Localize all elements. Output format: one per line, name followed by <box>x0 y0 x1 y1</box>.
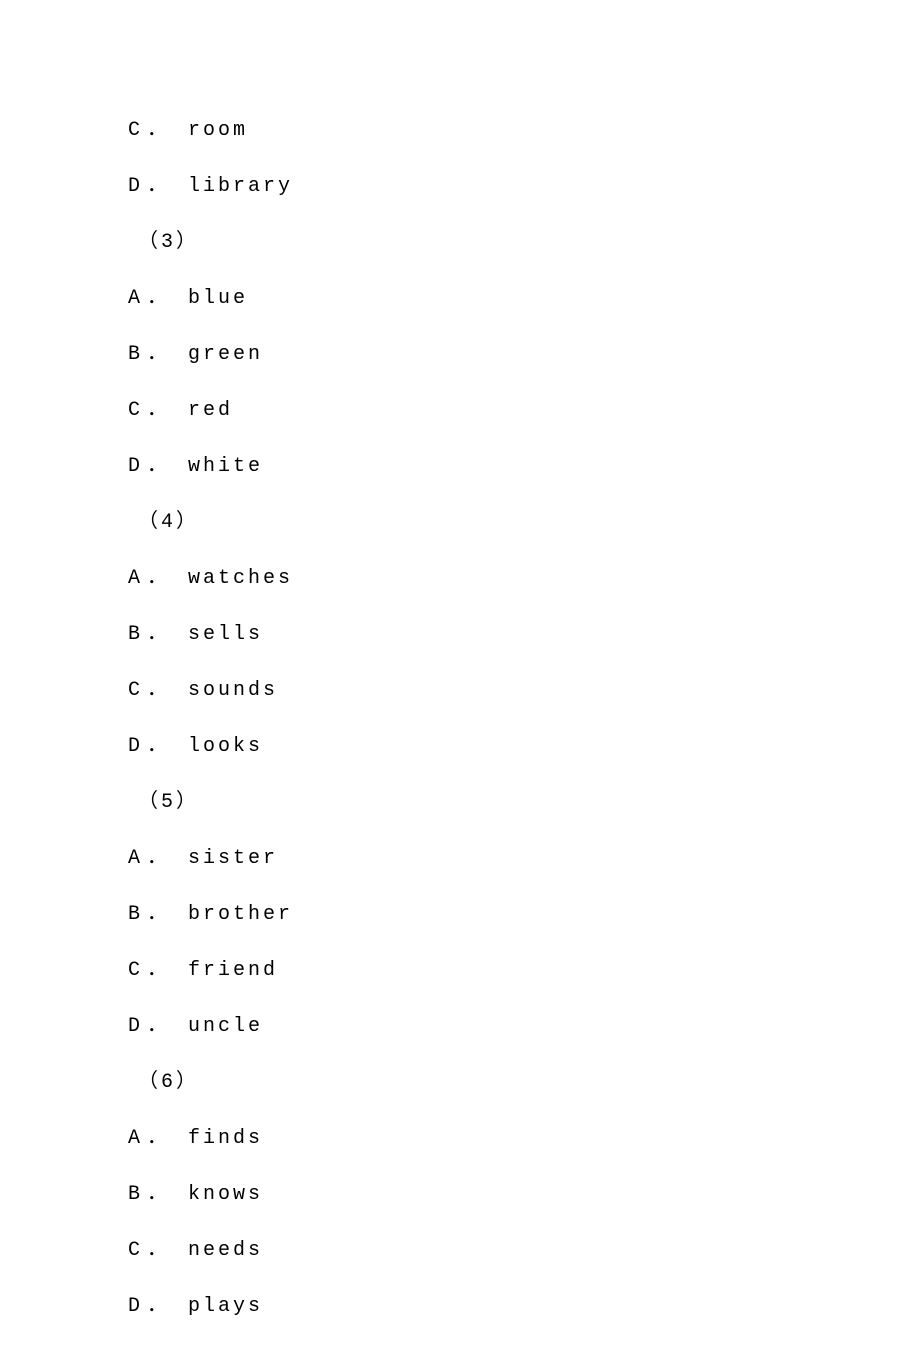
option-word: library <box>188 174 293 200</box>
option-word: finds <box>188 1126 263 1152</box>
option-word: uncle <box>188 1014 263 1040</box>
option-line: D． white <box>128 454 920 480</box>
option-letter: D <box>128 174 143 200</box>
option-word: sister <box>188 846 278 872</box>
option-dot: ． <box>147 1014 170 1040</box>
option-word: green <box>188 342 263 368</box>
option-line: B． brother <box>128 902 920 928</box>
question-number: （4） <box>128 510 920 536</box>
option-dot: ． <box>147 566 170 592</box>
option-dot: ． <box>147 958 170 984</box>
option-line: C． room <box>128 118 920 144</box>
option-letter: B <box>128 342 143 368</box>
option-line: D． library <box>128 174 920 200</box>
option-letter: D <box>128 1014 143 1040</box>
option-dot: ． <box>147 622 170 648</box>
option-word: room <box>188 118 248 144</box>
option-line: B． sells <box>128 622 920 648</box>
option-line: B． green <box>128 342 920 368</box>
option-word: brother <box>188 902 293 928</box>
option-line: C． sounds <box>128 678 920 704</box>
option-dot: ． <box>147 1126 170 1152</box>
option-dot: ． <box>147 342 170 368</box>
option-dot: ． <box>147 734 170 760</box>
option-dot: ． <box>147 846 170 872</box>
option-word: watches <box>188 566 293 592</box>
option-word: looks <box>188 734 263 760</box>
option-line: D． looks <box>128 734 920 760</box>
option-line: D． plays <box>128 1294 920 1320</box>
option-dot: ． <box>147 454 170 480</box>
option-line: D． uncle <box>128 1014 920 1040</box>
option-dot: ． <box>147 118 170 144</box>
option-letter: B <box>128 1182 143 1208</box>
option-dot: ． <box>147 1182 170 1208</box>
option-letter: C <box>128 678 143 704</box>
option-letter: C <box>128 1238 143 1264</box>
option-letter: D <box>128 454 143 480</box>
option-letter: B <box>128 622 143 648</box>
option-letter: A <box>128 1126 143 1152</box>
option-dot: ． <box>147 286 170 312</box>
option-letter: C <box>128 118 143 144</box>
option-line: B． knows <box>128 1182 920 1208</box>
option-word: needs <box>188 1238 263 1264</box>
option-letter: A <box>128 566 143 592</box>
option-line: A． finds <box>128 1126 920 1152</box>
option-word: red <box>188 398 233 424</box>
option-letter: D <box>128 1294 143 1320</box>
option-line: A． watches <box>128 566 920 592</box>
option-dot: ． <box>147 398 170 424</box>
option-line: C． friend <box>128 958 920 984</box>
question-number: （3） <box>128 230 920 256</box>
question-number: （6） <box>128 1070 920 1096</box>
option-dot: ． <box>147 174 170 200</box>
option-word: knows <box>188 1182 263 1208</box>
question-number: （5） <box>128 790 920 816</box>
option-word: sells <box>188 622 263 648</box>
option-letter: C <box>128 958 143 984</box>
document-content: C．room D．library （3） A．blue B．green C．re… <box>0 0 920 1320</box>
option-line: A． sister <box>128 846 920 872</box>
option-word: blue <box>188 286 248 312</box>
option-dot: ． <box>147 1238 170 1264</box>
option-dot: ． <box>147 678 170 704</box>
option-word: sounds <box>188 678 278 704</box>
option-dot: ． <box>147 1294 170 1320</box>
option-line: A． blue <box>128 286 920 312</box>
option-word: friend <box>188 958 278 984</box>
option-dot: ． <box>147 902 170 928</box>
option-letter: C <box>128 398 143 424</box>
option-word: plays <box>188 1294 263 1320</box>
option-letter: B <box>128 902 143 928</box>
option-letter: A <box>128 286 143 312</box>
option-letter: D <box>128 734 143 760</box>
option-line: C． red <box>128 398 920 424</box>
option-letter: A <box>128 846 143 872</box>
option-word: white <box>188 454 263 480</box>
option-line: C． needs <box>128 1238 920 1264</box>
